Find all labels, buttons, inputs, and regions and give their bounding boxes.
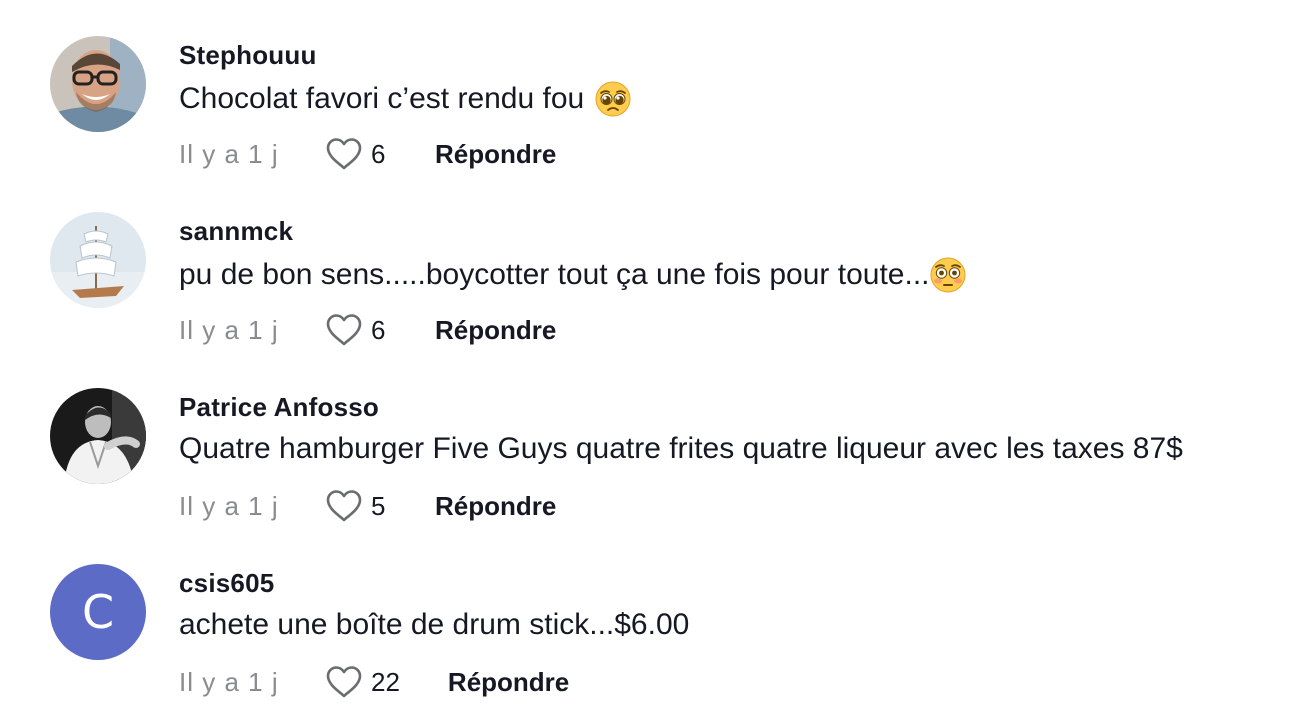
comment-text: pu de bon sens.....boycotter tout ça une… <box>179 256 967 294</box>
comment-item: C csis605 achete une boîte de drum stick… <box>0 528 1300 704</box>
comment-text: achete une boîte de drum stick...$6.00 <box>179 608 689 642</box>
username[interactable]: sannmck <box>179 216 293 247</box>
pleading-face-emoji-icon <box>594 80 632 118</box>
avatar[interactable]: C <box>50 564 146 660</box>
username[interactable]: Patrice Anfosso <box>179 392 379 423</box>
comment-list: Stephouuu Chocolat favori c’est rendu fo… <box>0 0 1300 714</box>
reply-button[interactable]: Répondre <box>448 667 569 698</box>
heart-icon <box>325 137 363 171</box>
like-count: 22 <box>371 666 400 697</box>
like-count: 6 <box>371 138 386 169</box>
reply-button[interactable]: Répondre <box>435 139 556 170</box>
comment-text-content: Chocolat favori c’est rendu fou <box>179 82 585 115</box>
heart-icon <box>325 489 363 523</box>
avatar-letter: C <box>81 585 115 639</box>
like-count: 5 <box>371 490 386 521</box>
comment-item: Stephouuu Chocolat favori c’est rendu fo… <box>0 0 1300 176</box>
comment-item: sannmck pu de bon sens.....boycotter tou… <box>0 176 1300 352</box>
comment-item: Patrice Anfosso Quatre hamburger Five Gu… <box>0 352 1300 528</box>
reply-button[interactable]: Répondre <box>435 491 556 522</box>
comment-meta: Il y a 1 j 6 Répondre <box>179 134 556 174</box>
username[interactable]: Stephouuu <box>179 40 317 71</box>
avatar[interactable] <box>50 212 146 308</box>
avatar[interactable] <box>50 36 146 132</box>
heart-icon <box>325 665 363 699</box>
timestamp: Il y a 1 j <box>179 314 279 345</box>
comment-text-content: pu de bon sens.....boycotter tout ça une… <box>179 258 930 291</box>
comment-meta: Il y a 1 j 5 Répondre <box>179 486 556 526</box>
comment-text: Chocolat favori c’est rendu fou <box>179 80 632 118</box>
comment-meta: Il y a 1 j 6 Répondre <box>179 310 556 350</box>
avatar[interactable] <box>50 388 146 484</box>
flushed-face-emoji-icon <box>929 256 967 294</box>
like-button[interactable]: 6 <box>325 313 387 347</box>
timestamp: Il y a 1 j <box>179 666 279 697</box>
like-button[interactable]: 6 <box>325 137 387 171</box>
like-count: 6 <box>371 314 386 345</box>
like-button[interactable]: 5 <box>325 489 387 523</box>
reply-button[interactable]: Répondre <box>435 315 556 346</box>
comment-text: Quatre hamburger Five Guys quatre frites… <box>179 432 1183 466</box>
comment-text-content: Quatre hamburger Five Guys quatre frites… <box>179 432 1183 465</box>
username[interactable]: csis605 <box>179 568 274 599</box>
heart-icon <box>325 313 363 347</box>
comment-text-content: achete une boîte de drum stick...$6.00 <box>179 608 690 641</box>
timestamp: Il y a 1 j <box>179 138 279 169</box>
timestamp: Il y a 1 j <box>179 490 279 521</box>
like-button[interactable]: 22 <box>325 665 400 699</box>
comment-meta: Il y a 1 j 22 Répondre <box>179 662 569 702</box>
